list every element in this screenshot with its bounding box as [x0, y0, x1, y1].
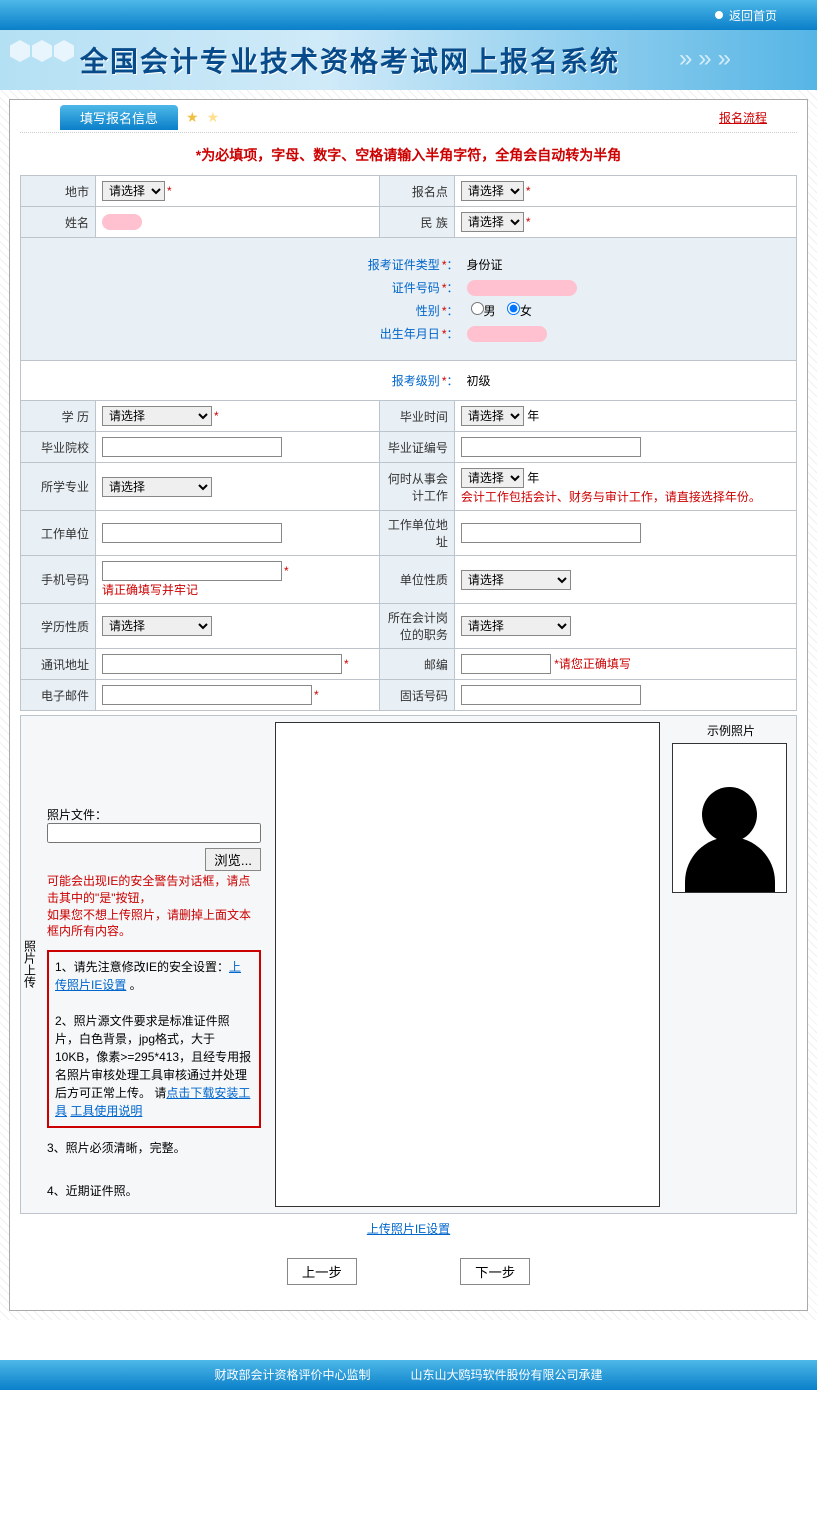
banner-title: 全国会计专业技术资格考试网上报名系统 — [80, 40, 620, 80]
label-certno: 毕业证编号 — [379, 432, 454, 463]
radio-female-label[interactable]: 女 — [507, 304, 532, 318]
select-city[interactable]: 请选择 — [102, 181, 165, 201]
star-icon: ★ — [207, 109, 220, 126]
input-phone[interactable] — [461, 685, 641, 705]
level-value: 初级 — [459, 372, 659, 389]
input-zip[interactable] — [461, 654, 551, 674]
label-phone: 固话号码 — [379, 680, 454, 711]
input-addr[interactable] — [102, 654, 342, 674]
banner: 全国会计专业技术资格考试网上报名系统 »»» — [0, 30, 817, 90]
label-major: 所学专业 — [21, 463, 96, 511]
photo-file-label: 照片文件： — [47, 808, 107, 822]
photo-warn1: 可能会出现IE的安全警告对话框，请点击其中的"是"按钮， — [47, 874, 250, 905]
next-button[interactable]: 下一步 — [460, 1258, 530, 1285]
label-name: 姓名 — [21, 207, 96, 238]
arrow-decoration: »»» — [679, 45, 737, 73]
star-icon: ★ — [186, 109, 199, 126]
label-email: 电子邮件 — [21, 680, 96, 711]
label-unittype: 单位性质 — [379, 556, 454, 604]
label-mobile: 手机号码 — [21, 556, 96, 604]
input-school[interactable] — [102, 437, 282, 457]
label-gradtime: 毕业时间 — [379, 401, 454, 432]
worksince-hint: 会计工作包括会计、财务与审计工作，请直接选择年份。 — [461, 490, 761, 504]
radio-male[interactable] — [471, 302, 484, 315]
label-ethnic: 民 族 — [379, 207, 454, 238]
label-school: 毕业院校 — [21, 432, 96, 463]
select-unittype[interactable]: 请选择 — [461, 570, 571, 590]
input-workunit[interactable] — [102, 523, 282, 543]
zip-hint: *请您正确填写 — [554, 657, 631, 671]
footer: 财政部会计资格评价中心监制 山东山大鸥玛软件股份有限公司承建 — [0, 1360, 817, 1390]
input-photo-path[interactable] — [47, 823, 261, 843]
masked-birth: xxxx — [467, 326, 547, 342]
tab-fill-info[interactable]: 填写报名信息 — [60, 105, 178, 130]
label-zip: 邮编 — [379, 649, 454, 680]
label-addr: 通讯地址 — [21, 649, 96, 680]
label-position: 所在会计岗位的职务 — [379, 604, 454, 649]
select-edu[interactable]: 请选择 — [102, 406, 212, 426]
label-worksince: 何时从事会计工作 — [379, 463, 454, 511]
photo-preview-area — [275, 722, 660, 1207]
back-home-link[interactable]: 返回首页 — [729, 7, 777, 24]
example-photo — [672, 743, 787, 893]
photo-tip3: 3、照片必须清晰，完整。 — [47, 1141, 186, 1155]
select-gradtime[interactable]: 请选择 — [461, 406, 524, 426]
photo-warn2: 如果您不想上传照片，请删掉上面文本框内所有内容。 — [47, 908, 251, 939]
photo-tip4: 4、近期证件照。 — [47, 1184, 138, 1198]
home-dot-icon — [715, 11, 723, 19]
label-edu: 学 历 — [21, 401, 96, 432]
input-mobile[interactable] — [102, 561, 282, 581]
select-worksince[interactable]: 请选择 — [461, 468, 524, 488]
label-edutype: 学历性质 — [21, 604, 96, 649]
ie-settings-link-bottom[interactable]: 上传照片IE设置 — [367, 1222, 450, 1236]
label-city: 地市 — [21, 176, 96, 207]
select-ethnic[interactable]: 请选择 — [461, 212, 524, 232]
label-workunit: 工作单位 — [21, 511, 96, 556]
photo-tip1: 1、请先注意修改IE的安全设置： — [55, 960, 229, 974]
select-point[interactable]: 请选择 — [461, 181, 524, 201]
masked-idno: xxxxxxxxxx — [467, 280, 577, 296]
tool-usage-link[interactable]: 工具使用说明 — [70, 1104, 142, 1118]
instruction-text: *为必填项，字母、数字、空格请输入半角字符，全角会自动转为半角 — [20, 145, 797, 165]
select-major[interactable]: 请选择 — [102, 477, 212, 497]
prev-button[interactable]: 上一步 — [287, 1258, 357, 1285]
select-edutype[interactable]: 请选择 — [102, 616, 212, 636]
input-email[interactable] — [102, 685, 312, 705]
browse-button[interactable]: 浏览... — [205, 848, 261, 871]
hex-decoration — [10, 40, 76, 62]
label-workaddr: 工作单位地址 — [379, 511, 454, 556]
mobile-hint: 请正确填写并牢记 — [102, 583, 198, 597]
input-certno[interactable] — [461, 437, 641, 457]
example-photo-label: 示例照片 — [707, 724, 755, 738]
id-type-value: 身份证 — [459, 256, 659, 273]
radio-male-label[interactable]: 男 — [471, 304, 496, 318]
photo-section-label: 照片上传 — [21, 716, 39, 1213]
footer-left: 财政部会计资格评价中心监制 — [214, 1366, 370, 1383]
label-point: 报名点 — [379, 176, 454, 207]
radio-female[interactable] — [507, 302, 520, 315]
footer-right: 山东山大鸥玛软件股份有限公司承建 — [411, 1366, 603, 1383]
select-position[interactable]: 请选择 — [461, 616, 571, 636]
process-flow-link[interactable]: 报名流程 — [719, 109, 767, 126]
masked-name: xx — [102, 214, 142, 230]
input-workaddr[interactable] — [461, 523, 641, 543]
